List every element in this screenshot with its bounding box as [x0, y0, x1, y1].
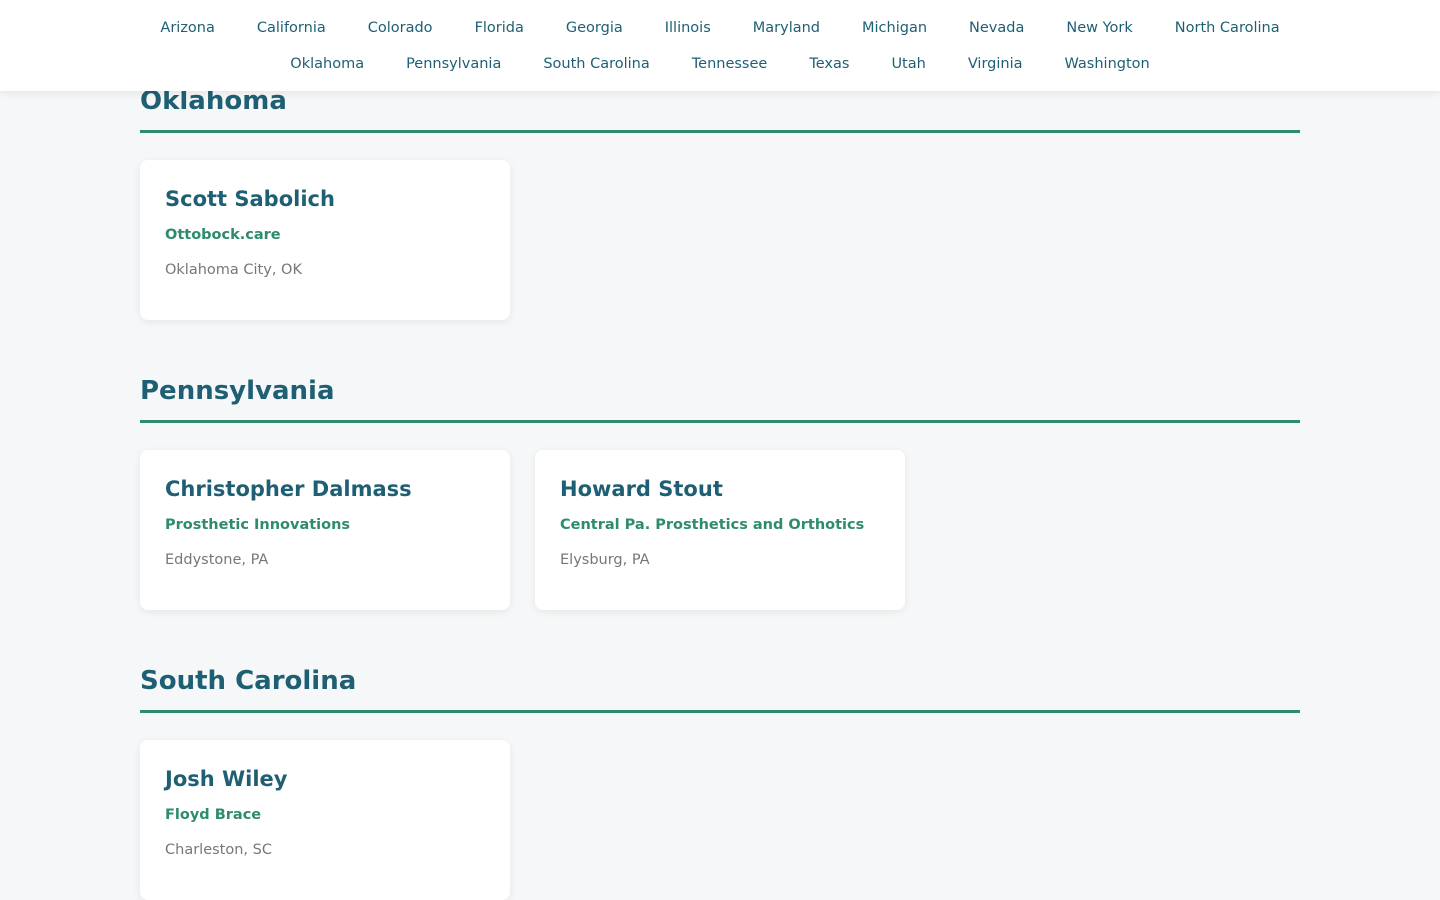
- provider-company: Prosthetic Innovations: [165, 517, 351, 533]
- provider-company: Ottobock.care: [165, 227, 281, 243]
- nav-link-california[interactable]: California: [236, 17, 347, 39]
- state-navigation: Arizona California Colorado Florida Geor…: [0, 0, 1440, 91]
- nav-link-pennsylvania[interactable]: Pennsylvania: [385, 53, 522, 75]
- section-divider: [140, 420, 1300, 423]
- nav-link-michigan[interactable]: Michigan: [841, 17, 948, 39]
- nav-link-maryland[interactable]: Maryland: [732, 17, 841, 39]
- provider-card-list: Christopher Dalmass Prosthetic Innovatio…: [140, 450, 905, 610]
- section-divider: [140, 130, 1300, 133]
- nav-link-new-york[interactable]: New York: [1045, 17, 1153, 39]
- provider-name: Howard Stout: [560, 477, 723, 501]
- provider-card-list: Josh Wiley Floyd Brace Charleston, SC: [140, 740, 510, 900]
- provider-name: Scott Sabolich: [165, 187, 335, 211]
- provider-card[interactable]: Christopher Dalmass Prosthetic Innovatio…: [140, 450, 510, 610]
- section-divider: [140, 710, 1300, 713]
- nav-link-colorado[interactable]: Colorado: [347, 17, 454, 39]
- provider-name: Christopher Dalmass: [165, 477, 412, 501]
- nav-link-washington[interactable]: Washington: [1044, 53, 1171, 75]
- provider-card[interactable]: Howard Stout Central Pa. Prosthetics and…: [535, 450, 905, 610]
- provider-company: Floyd Brace: [165, 807, 262, 823]
- provider-card[interactable]: Scott Sabolich Ottobock.care Oklahoma Ci…: [140, 160, 510, 320]
- provider-location: Charleston, SC: [165, 842, 272, 858]
- nav-link-virginia[interactable]: Virginia: [947, 53, 1044, 75]
- nav-link-south-carolina[interactable]: South Carolina: [522, 53, 670, 75]
- section-title: South Carolina: [140, 666, 357, 696]
- nav-link-nevada[interactable]: Nevada: [948, 17, 1045, 39]
- nav-link-florida[interactable]: Florida: [454, 17, 545, 39]
- nav-link-illinois[interactable]: Illinois: [644, 17, 732, 39]
- state-nav-row-1: Arizona California Colorado Florida Geor…: [0, 17, 1440, 39]
- nav-link-georgia[interactable]: Georgia: [545, 17, 644, 39]
- nav-link-oklahoma[interactable]: Oklahoma: [269, 53, 385, 75]
- nav-link-north-carolina[interactable]: North Carolina: [1154, 17, 1301, 39]
- provider-card[interactable]: Josh Wiley Floyd Brace Charleston, SC: [140, 740, 510, 900]
- nav-link-arizona[interactable]: Arizona: [139, 17, 235, 39]
- nav-link-texas[interactable]: Texas: [788, 53, 870, 75]
- provider-card-list: Scott Sabolich Ottobock.care Oklahoma Ci…: [140, 160, 510, 320]
- provider-name: Josh Wiley: [165, 767, 288, 791]
- section-title: Pennsylvania: [140, 376, 335, 406]
- provider-location: Eddystone, PA: [165, 552, 269, 568]
- nav-link-utah[interactable]: Utah: [870, 53, 946, 75]
- state-nav-row-2: Oklahoma Pennsylvania South Carolina Ten…: [0, 53, 1440, 75]
- nav-link-tennessee[interactable]: Tennessee: [671, 53, 789, 75]
- provider-location: Oklahoma City, OK: [165, 262, 302, 278]
- provider-location: Elysburg, PA: [560, 552, 650, 568]
- provider-company: Central Pa. Prosthetics and Orthotics: [560, 517, 865, 533]
